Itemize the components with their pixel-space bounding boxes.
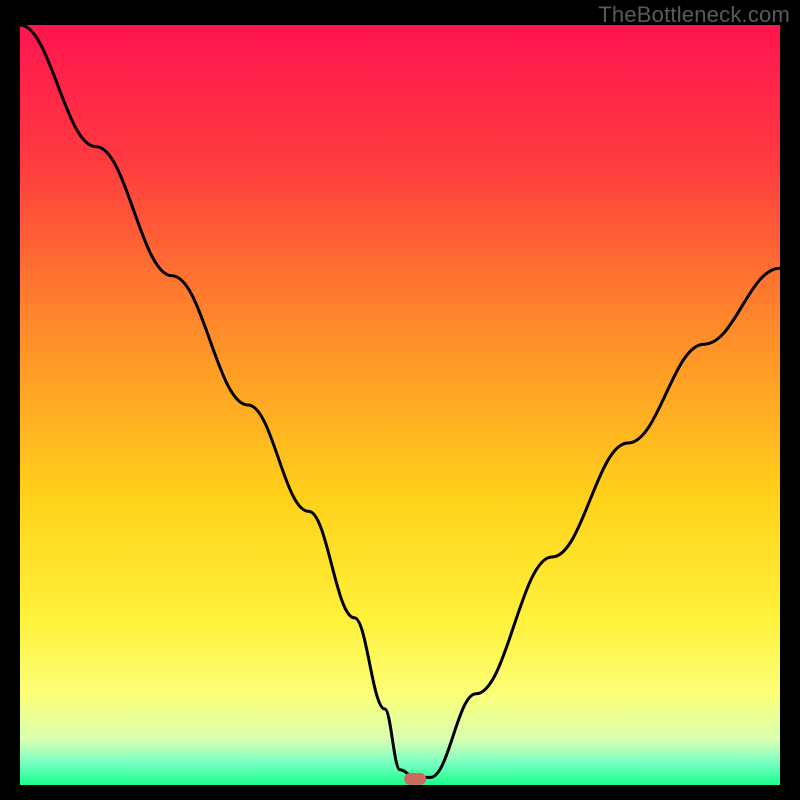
gradient-background — [20, 25, 780, 785]
optimum-marker — [404, 773, 426, 785]
plot-area — [20, 25, 780, 785]
chart-frame: TheBottleneck.com — [0, 0, 800, 800]
watermark-text: TheBottleneck.com — [598, 2, 790, 28]
chart-svg — [20, 25, 780, 785]
